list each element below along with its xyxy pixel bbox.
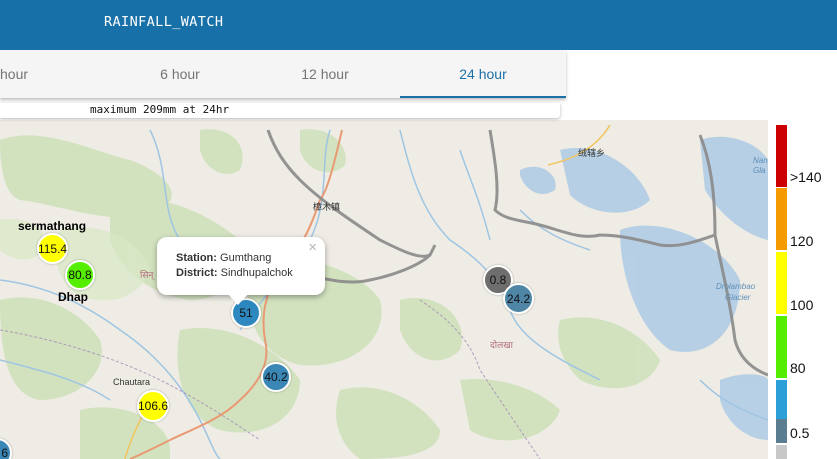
legend-label-100: 100: [790, 297, 814, 313]
map[interactable]: 樟木镇 绒辖乡 दोलखा सिन् Chautara Drolambao Gl…: [0, 120, 768, 459]
station-popup: × Station: Gumthang District: Sindhupalc…: [157, 237, 325, 305]
popup-station-row: Station: Gumthang: [176, 251, 325, 266]
station-marker[interactable]: 115.4: [37, 233, 68, 264]
legend-swatch-0-5: [776, 380, 787, 419]
place-dhap: Dhap: [58, 290, 88, 304]
tab-12-hour[interactable]: 12 hour: [230, 50, 400, 98]
station-marker[interactable]: 106.6: [137, 390, 169, 422]
legend-label-gt140: >140: [790, 169, 822, 185]
popup-district-label: District:: [176, 267, 218, 279]
station-value: 106.6: [137, 399, 169, 413]
legend-swatch-100: [776, 252, 787, 314]
station-value: 0.8: [489, 273, 507, 287]
legend-swatch-gt140: [776, 125, 787, 187]
popup-district-value: Sindhupalchok: [220, 267, 293, 279]
app-title: RAINFALL_WATCH: [104, 14, 224, 30]
app-header: RAINFALL_WATCH: [0, 0, 837, 50]
station-value: 80.8: [68, 268, 92, 282]
station-marker[interactable]: 80.8: [65, 260, 95, 290]
popup-station-label: Station:: [176, 252, 217, 264]
legend-label-80: 80: [790, 360, 806, 376]
map-label-sindhu: सिन्: [140, 270, 154, 280]
map-label-dolakha: दोलखा: [490, 340, 513, 350]
station-value: 6: [1, 446, 8, 459]
legend-swatch-low: [776, 419, 787, 443]
tab-6-hour[interactable]: 6 hour: [50, 50, 230, 98]
station-value: 51: [239, 306, 253, 320]
map-label-zhangmu: 樟木镇: [313, 202, 341, 212]
info-strip: maximum 209mm at 24hr: [0, 103, 560, 118]
popup-district-row: District: Sindhupalchok: [176, 266, 325, 281]
map-label-gla: Gla: [753, 166, 766, 175]
rainfall-legend: >140 120 100 80 0.5: [776, 125, 837, 459]
station-value: 24.2: [506, 291, 531, 306]
station-marker[interactable]: 24.2: [503, 283, 534, 314]
map-basemap: [0, 124, 768, 459]
close-icon[interactable]: ×: [308, 239, 317, 256]
legend-label-120: 120: [790, 233, 814, 249]
map-label-drolambao: Drolambao: [716, 282, 756, 291]
legend-swatch-none: [776, 445, 787, 459]
max-rainfall-text: maximum 209mm at 24hr: [90, 103, 230, 116]
tab-1-hour[interactable]: hour: [0, 50, 50, 98]
legend-swatch-120: [776, 188, 787, 250]
map-label-rongxia: 绒辖乡: [578, 148, 606, 158]
map-label-chautara: Chautara: [113, 377, 151, 387]
station-value: 40.2: [264, 370, 288, 384]
tab-24-hour[interactable]: 24 hour: [400, 50, 566, 98]
map-label-nan: Nan: [753, 156, 768, 165]
legend-swatch-80: [776, 316, 787, 378]
time-range-tabs: hour 6 hour 12 hour 24 hour: [0, 50, 566, 98]
map-label-glacier: Glacier: [725, 293, 751, 302]
place-sermathang: sermathang: [18, 219, 87, 233]
popup-station-value: Gumthang: [220, 252, 272, 264]
popup-tip: [228, 294, 248, 305]
station-value: 115.4: [37, 241, 68, 256]
legend-label-0-5: 0.5: [790, 425, 810, 441]
station-marker[interactable]: 40.2: [261, 362, 291, 392]
